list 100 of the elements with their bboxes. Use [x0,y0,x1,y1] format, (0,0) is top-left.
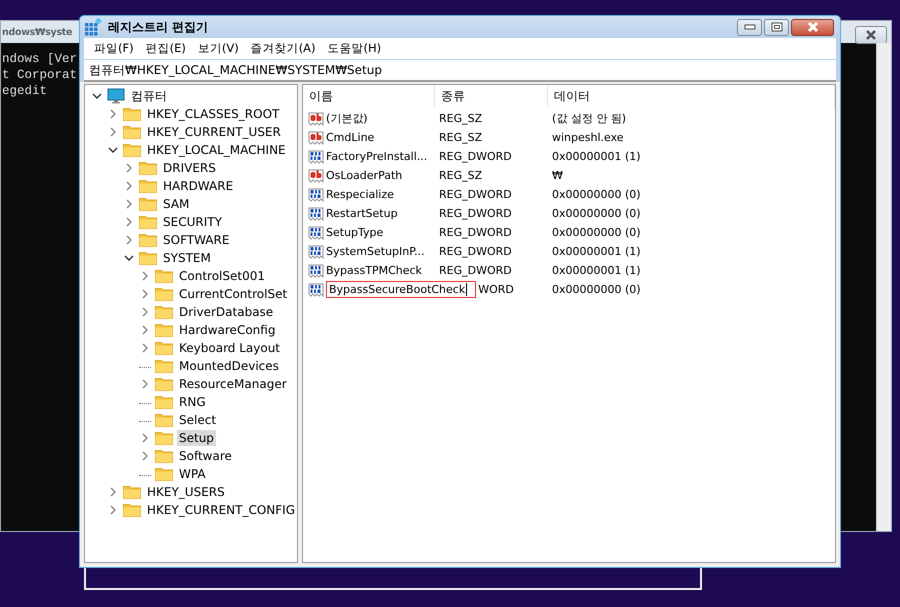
tree-item[interactable]: Keyboard Layout [177,340,282,356]
folder-icon [139,251,157,265]
tree-item[interactable]: 컴퓨터 [129,88,169,104]
folder-icon [155,467,173,481]
tree-item[interactable]: HardwareConfig [177,322,278,338]
folder-icon [139,233,157,247]
tree-item[interactable]: HARDWARE [161,178,236,194]
folder-icon [155,449,173,463]
window-title: 레지스트리 편집기 [108,18,208,36]
folder-icon [155,359,173,373]
tree-item[interactable]: ResourceManager [177,376,289,392]
computer-icon [107,88,125,104]
folder-icon [155,377,173,391]
folder-icon [155,395,173,409]
folder-icon [155,269,173,283]
tree-item[interactable]: DriverDatabase [177,304,276,320]
value-data: 0x00000001 (1) [551,150,642,163]
value-name[interactable]: SystemSetupInP... [326,245,425,258]
scrollbar[interactable] [876,43,891,531]
folder-icon [155,323,173,337]
value-type: REG_SZ [438,112,484,125]
menu-item[interactable]: 보기(V) [192,41,245,56]
tree-item[interactable]: HKEY_CURRENT_CONFIG [144,502,297,518]
value-data: 0x00000000 (0) [551,283,642,296]
tree-item[interactable]: Select [177,412,218,428]
value-type: REG_DWORD [438,188,513,201]
close-button[interactable] [855,26,887,44]
registry-app-icon [84,18,102,36]
tree-item[interactable]: HKEY_LOCAL_MACHINE [145,142,288,158]
value-name[interactable]: OsLoaderPath [326,169,402,182]
console-text: t Corporat [2,68,78,82]
folder-icon [155,305,173,319]
value-name[interactable]: BypassTPMCheck [326,264,422,277]
minimize-icon [744,24,756,30]
folder-icon [123,143,141,157]
value-data: 0x00000001 (1) [551,245,642,258]
value-type: REG_DWORD [438,207,513,220]
tree-item[interactable]: DRIVERS [161,160,218,176]
close-icon [863,29,879,41]
tree-item[interactable]: HKEY_CURRENT_USER [145,124,283,140]
minimize-button[interactable] [737,18,762,36]
value-name[interactable]: (기본값) [326,111,368,126]
tree-item[interactable]: Software [177,448,234,464]
column-header[interactable]: 종류 [435,85,548,107]
tree-item[interactable]: SOFTWARE [161,232,232,248]
maximize-button[interactable] [764,18,789,36]
folder-icon [123,107,141,121]
tree-item[interactable]: MountedDevices [177,358,281,374]
folder-icon [139,179,157,193]
window-title: ndows₩syste [2,26,72,38]
value-name[interactable]: RestartSetup [326,207,398,220]
tree-item[interactable]: SECURITY [161,214,224,230]
folder-icon [123,503,141,517]
value-type: REG_DWORD [438,245,513,258]
value-type: REG_SZ [438,131,484,144]
tree-item[interactable]: SAM [161,196,192,212]
folder-icon [155,431,173,445]
close-button[interactable] [791,18,834,36]
value-data: 0x00000000 (0) [551,207,642,220]
value-name[interactable]: FactoryPreInstall... [326,150,428,163]
maximize-icon [770,22,782,32]
console-text: ndows [Ver [2,52,78,66]
tree-item[interactable]: Setup [177,430,216,446]
menu-item[interactable]: 파일(F) [88,41,140,56]
address-bar[interactable]: 컴퓨터₩HKEY_LOCAL_MACHINE₩SYSTEM₩Setup [84,60,836,82]
menu-item[interactable]: 편집(E) [140,41,192,56]
folder-icon [139,161,157,175]
tree-item[interactable]: HKEY_USERS [145,484,227,500]
folder-icon [139,197,157,211]
console-text: egedit [2,84,48,98]
value-type: REG_DWORD [438,264,513,277]
value-data: 0x00000000 (0) [551,226,642,239]
value-type: REG_DWORD [438,226,513,239]
folder-icon [155,287,173,301]
tree-item[interactable]: SYSTEM [161,250,213,266]
menu-item[interactable]: 도움말(H) [322,41,388,56]
value-type: REG_DWORD [438,150,513,163]
value-name[interactable]: Respecialize [326,188,394,201]
value-data: (값 설정 안 됨) [551,111,628,126]
column-header[interactable]: 이름 [303,85,435,107]
menu-item[interactable]: 즐겨찾기(A) [244,41,322,56]
rename-field[interactable]: BypassSecureBootCheck [326,281,476,298]
value-name[interactable]: SetupType [326,226,384,239]
tree-item[interactable]: ControlSet001 [177,268,267,284]
value-name[interactable]: CmdLine [326,131,374,144]
folder-icon [123,125,141,139]
value-data: ₩ [551,169,564,182]
value-type: REG_SZ [438,169,484,182]
folder-icon [155,413,173,427]
value-data: 0x00000001 (1) [551,264,642,277]
value-data: 0x00000000 (0) [551,188,642,201]
column-header[interactable]: 데이터 [548,85,835,107]
tree-item[interactable]: RNG [177,394,208,410]
folder-icon [123,485,141,499]
folder-icon [139,215,157,229]
folder-icon [155,341,173,355]
tree-item[interactable]: WPA [177,466,208,482]
tree-item[interactable]: CurrentControlSet [177,286,290,302]
value-type: WORD [478,283,514,296]
tree-item[interactable]: HKEY_CLASSES_ROOT [145,106,282,122]
